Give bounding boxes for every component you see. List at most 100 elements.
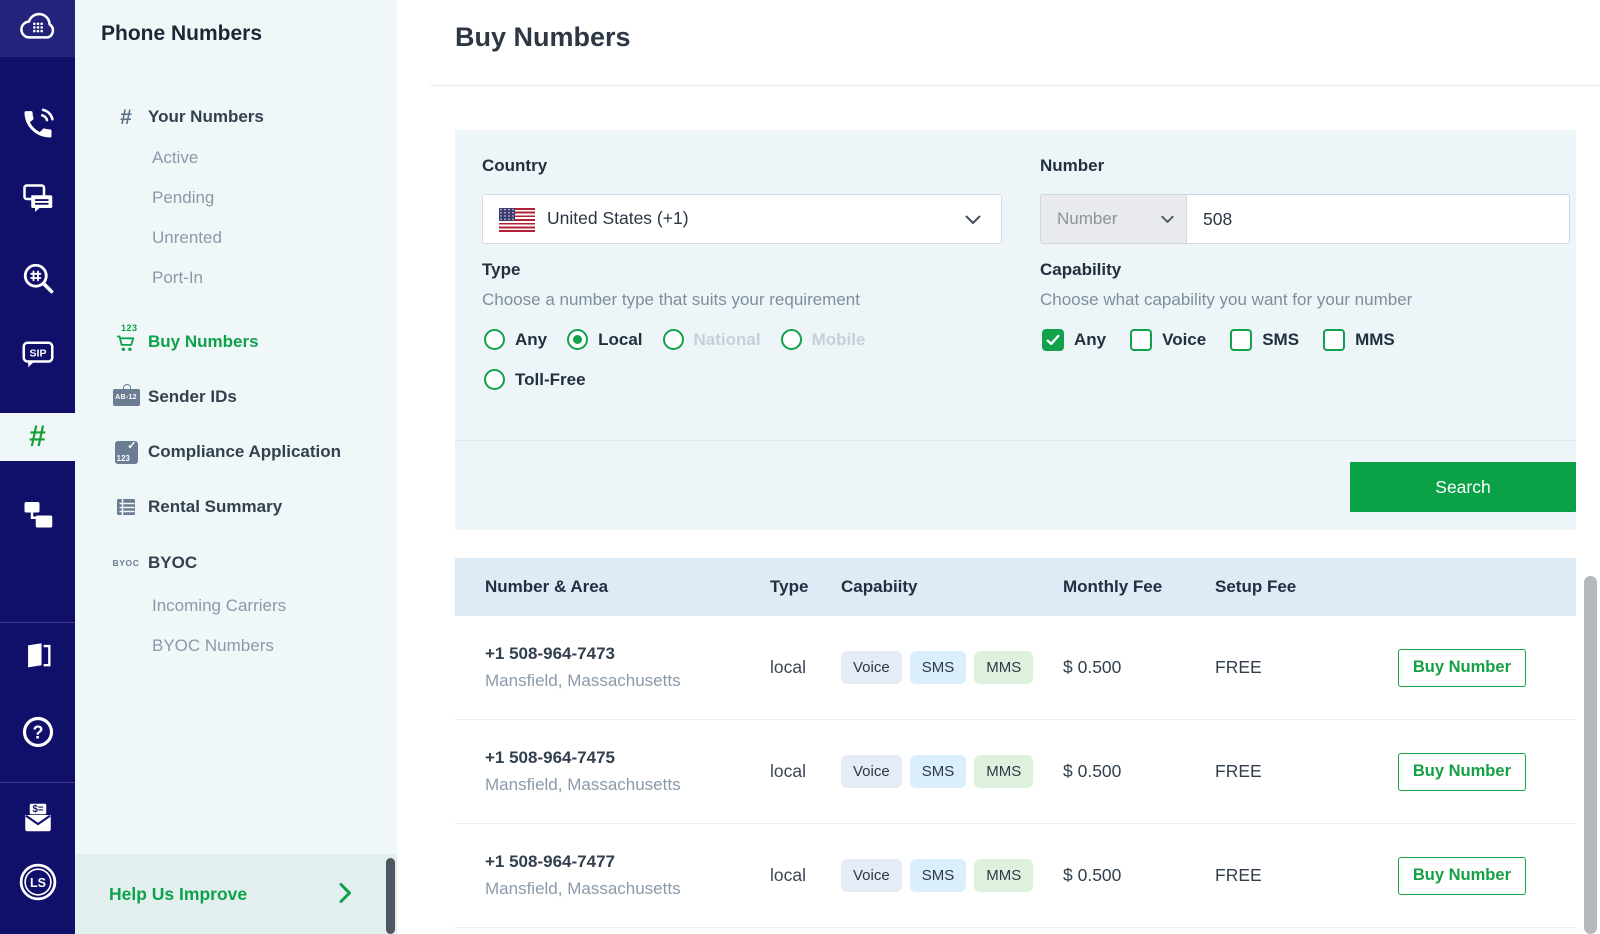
rail-item-billing[interactable]: $= [0, 794, 75, 842]
checkbox-icon [1130, 329, 1153, 351]
col-header-setup-fee: Setup Fee [1215, 577, 1297, 596]
rail-item-call-flows[interactable] [0, 490, 75, 538]
svg-text:$=: $= [32, 804, 43, 815]
sender-id-badge-icon: AB-12 [111, 383, 141, 406]
hash-icon: # [29, 420, 46, 453]
page-title: Buy Numbers [455, 22, 631, 52]
checkbox-capability-sms[interactable]: SMS [1230, 329, 1299, 351]
sidebar-item-label: Your Numbers [148, 107, 264, 126]
rail-item-docs[interactable] [0, 632, 75, 680]
search-results-table: Number & Area Type Capabiity Monthly Fee… [455, 558, 1576, 928]
radio-type-local[interactable]: Local [567, 329, 643, 350]
svg-text:LS: LS [30, 876, 46, 890]
radio-type-toll-free[interactable]: Toll-Free [484, 369, 586, 390]
sidebar-item-sender-ids[interactable]: AB-12 Sender IDs [75, 377, 397, 417]
table-row: +1 508-964-7475 Mansfield, Massachusetts… [455, 720, 1576, 824]
setup-fee: FREE [1215, 865, 1262, 885]
phone-numbers-sidebar: Phone Numbers # Your Numbers Active Pend… [75, 0, 397, 934]
capability-badge-mms: MMS [974, 651, 1034, 684]
type-label: Type [482, 260, 521, 279]
rail-item-sip-trunking[interactable]: SIP [0, 330, 75, 378]
sidebar-subitem-label: BYOC Numbers [152, 636, 274, 655]
open-book-icon [21, 639, 55, 673]
phone-number: +1 508-964-7475 [485, 748, 615, 767]
buy-number-button[interactable]: Buy Number [1397, 856, 1526, 895]
cart-badge-text: 123 [121, 322, 138, 333]
app-icon-rail: SIP # ? $= LS [0, 0, 75, 934]
capability-hint: Choose what capability you want for your… [1040, 290, 1413, 309]
country-select[interactable]: United States (+1) [482, 194, 1002, 244]
sidebar-item-active[interactable]: Active [152, 138, 392, 178]
capability-badge-sms: SMS [909, 755, 967, 788]
compliance-checklist-icon: ✓ 123 [114, 439, 138, 464]
sip-trunk-icon: SIP [19, 336, 57, 372]
sidebar-item-unrented[interactable]: Unrented [152, 218, 392, 258]
title-divider [430, 85, 1600, 86]
phone-area: Mansfield, Massachusetts [485, 879, 681, 898]
page-scrollbar[interactable] [1584, 576, 1597, 934]
capability-badge-voice: Voice [841, 755, 902, 788]
sidebar-item-incoming-carriers[interactable]: Incoming Carriers [152, 586, 392, 626]
number-type: local [770, 657, 806, 677]
sidebar-item-port-in[interactable]: Port-In [152, 258, 392, 298]
sidebar-item-label: BYOC [148, 553, 198, 572]
setup-fee: FREE [1215, 761, 1262, 781]
number-pattern-input[interactable] [1187, 195, 1569, 243]
rail-item-phone-numbers-active[interactable]: # [0, 413, 75, 461]
phone-area: Mansfield, Massachusetts [485, 775, 681, 794]
help-us-improve-button[interactable]: Help Us Improve [75, 854, 397, 934]
cloud-dialpad-logo-icon [17, 8, 59, 50]
sidebar-subitem-label: Port-In [152, 268, 204, 287]
sidebar-subitem-label: Pending [152, 188, 215, 207]
number-mode-value: Number [1057, 209, 1118, 228]
sidebar-scrollbar[interactable] [386, 858, 395, 934]
sidebar-item-byoc[interactable]: BY OC BYOC [75, 543, 397, 583]
country-value: United States (+1) [547, 208, 689, 228]
checkbox-icon [1323, 329, 1346, 351]
type-hint: Choose a number type that suits your req… [482, 290, 860, 309]
radio-icon [662, 329, 684, 350]
buy-number-button[interactable]: Buy Number [1397, 648, 1526, 687]
chevron-right-icon [339, 882, 352, 904]
capability-badge-sms: SMS [909, 859, 967, 892]
sidebar-item-rental-summary[interactable]: Rental Summary [75, 487, 397, 527]
sidebar-item-label: Buy Numbers [148, 332, 259, 351]
rail-item-account-avatar[interactable]: LS [0, 858, 75, 906]
capability-badge-sms: SMS [909, 651, 967, 684]
svg-text:?: ? [32, 722, 43, 742]
chat-bubbles-icon [20, 181, 56, 217]
checkbox-capability-any[interactable]: Any [1042, 329, 1106, 351]
col-header-type: Type [770, 577, 809, 596]
rail-item-number-lookup[interactable] [0, 254, 75, 302]
rail-item-messaging[interactable] [0, 175, 75, 223]
capability-label: Capability [1040, 260, 1122, 279]
rail-item-home[interactable] [0, 0, 75, 57]
table-row: +1 508-964-7473 Mansfield, Massachusetts… [455, 616, 1576, 720]
sidebar-subitem-label: Active [152, 148, 199, 167]
checkbox-checked-icon [1042, 329, 1064, 351]
sidebar-title: Phone Numbers [101, 22, 263, 45]
buy-number-button[interactable]: Buy Number [1397, 752, 1526, 791]
flow-diagram-icon [20, 496, 56, 532]
byoc-text-icon: BY OC [112, 558, 140, 568]
rail-item-help[interactable]: ? [0, 708, 75, 756]
capability-badge-mms: MMS [974, 755, 1034, 788]
sidebar-item-byoc-numbers[interactable]: BYOC Numbers [152, 626, 392, 666]
sidebar-subitem-label: Incoming Carriers [152, 596, 287, 615]
setup-fee: FREE [1215, 657, 1262, 677]
sidebar-item-buy-numbers-active[interactable]: 123 Buy Numbers [75, 322, 397, 362]
capability-badge-voice: Voice [841, 859, 902, 892]
sidebar-item-your-numbers[interactable]: # Your Numbers [75, 97, 397, 137]
sidebar-item-compliance-application[interactable]: ✓ 123 Compliance Application [75, 432, 397, 472]
number-mode-select[interactable]: Number [1041, 195, 1187, 243]
sidebar-item-pending[interactable]: Pending [152, 178, 392, 218]
checkbox-capability-voice[interactable]: Voice [1130, 329, 1206, 351]
radio-type-any[interactable]: Any [484, 329, 547, 350]
avatar-initials-icon: LS [18, 862, 58, 902]
capability-badge-voice: Voice [841, 651, 902, 684]
hash-icon: # [120, 105, 132, 129]
search-button[interactable]: Search [1350, 462, 1576, 512]
rail-item-voice[interactable] [0, 100, 75, 148]
buy-numbers-page: SIP # ? $= LS Phone Numbers # Your Numbe… [0, 0, 1600, 934]
checkbox-capability-mms[interactable]: MMS [1323, 329, 1395, 351]
